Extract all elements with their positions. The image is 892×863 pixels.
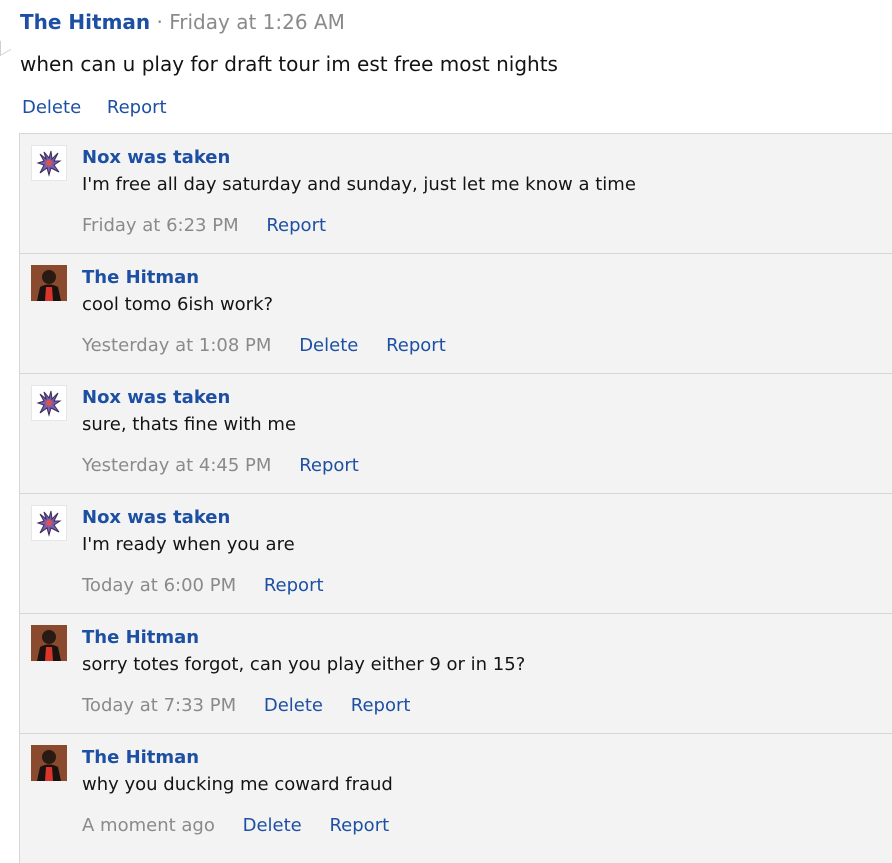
comment-timestamp[interactable]: Yesterday at 4:45 PM — [82, 455, 271, 476]
comment-item: The Hitman cool tomo 6ish work? Yesterda… — [20, 253, 892, 373]
avatar[interactable] — [31, 505, 67, 541]
post-author-link[interactable]: The Hitman — [20, 10, 150, 34]
comment-author-link[interactable]: Nox was taken — [82, 146, 230, 170]
comment-item: Nox was taken I'm ready when you are Tod… — [20, 493, 892, 613]
avatar[interactable] — [31, 145, 67, 181]
pokemon-sprite-avatar-icon — [36, 390, 62, 417]
comment-timestamp[interactable]: Today at 7:33 PM — [82, 695, 236, 716]
comment-meta: Friday at 6:23 PM Report — [82, 214, 348, 238]
comment-text: I'm ready when you are — [82, 534, 295, 555]
comment-delete-link[interactable]: Delete — [243, 815, 302, 836]
comment-timestamp[interactable]: A moment ago — [82, 815, 215, 836]
comment-delete-link[interactable]: Delete — [264, 695, 323, 716]
comment-author-link[interactable]: Nox was taken — [82, 506, 230, 530]
comment-timestamp[interactable]: Friday at 6:23 PM — [82, 215, 239, 236]
comment-meta: Today at 6:00 PM Report — [82, 574, 346, 598]
post-actions: Delete Report — [22, 96, 187, 120]
comment-item: Nox was taken I'm free all day saturday … — [20, 133, 892, 253]
comment-author-link[interactable]: The Hitman — [82, 266, 199, 290]
comment-meta: Yesterday at 1:08 PM Delete Report — [82, 334, 468, 358]
comment-report-link[interactable]: Report — [351, 695, 411, 716]
comment-report-link[interactable]: Report — [264, 575, 324, 596]
comment-timestamp[interactable]: Today at 6:00 PM — [82, 575, 236, 596]
comment-report-link[interactable]: Report — [266, 215, 326, 236]
avatar[interactable] — [31, 745, 67, 781]
avatar[interactable] — [31, 625, 67, 661]
comment-text: cool tomo 6ish work? — [82, 294, 274, 315]
avatar[interactable] — [31, 265, 67, 301]
comment-author-link[interactable]: The Hitman — [82, 746, 199, 770]
post-header: The Hitman · Friday at 1:26 AM — [20, 8, 345, 36]
comment-author-link[interactable]: The Hitman — [82, 626, 199, 650]
comment-report-link[interactable]: Report — [299, 455, 359, 476]
comment-text: sorry totes forgot, can you play either … — [82, 654, 526, 675]
post-timestamp[interactable]: Friday at 1:26 AM — [169, 10, 345, 34]
post-text: when can u play for draft tour im est fr… — [20, 52, 558, 76]
comment-text: sure, thats fine with me — [82, 414, 297, 435]
post-delete-link[interactable]: Delete — [22, 97, 81, 118]
comment-author-link[interactable]: Nox was taken — [82, 386, 230, 410]
comment-text: why you ducking me coward fraud — [82, 774, 393, 795]
comment-item: The Hitman why you ducking me coward fra… — [20, 733, 892, 853]
user-photo-avatar-icon — [31, 625, 67, 661]
comment-timestamp[interactable]: Yesterday at 1:08 PM — [82, 335, 271, 356]
post-report-link[interactable]: Report — [107, 97, 167, 118]
comment-report-link[interactable]: Report — [386, 335, 446, 356]
comment-item: The Hitman sorry totes forgot, can you p… — [20, 613, 892, 733]
post-separator: · — [156, 10, 163, 34]
comment-meta: Yesterday at 4:45 PM Report — [82, 454, 381, 478]
pokemon-sprite-avatar-icon — [36, 150, 62, 177]
user-photo-avatar-icon — [31, 745, 67, 781]
comment-item: Nox was taken sure, thats fine with me Y… — [20, 373, 892, 493]
comment-text: I'm free all day saturday and sunday, ju… — [82, 174, 636, 195]
thread-connector — [0, 34, 11, 57]
pokemon-sprite-avatar-icon — [36, 510, 62, 537]
comment-meta: Today at 7:33 PM Delete Report — [82, 694, 432, 718]
user-photo-avatar-icon — [31, 265, 67, 301]
comment-meta: A moment ago Delete Report — [82, 814, 411, 838]
avatar[interactable] — [31, 385, 67, 421]
comment-list: Nox was taken I'm free all day saturday … — [19, 133, 892, 863]
comment-report-link[interactable]: Report — [329, 815, 389, 836]
comment-delete-link[interactable]: Delete — [299, 335, 358, 356]
